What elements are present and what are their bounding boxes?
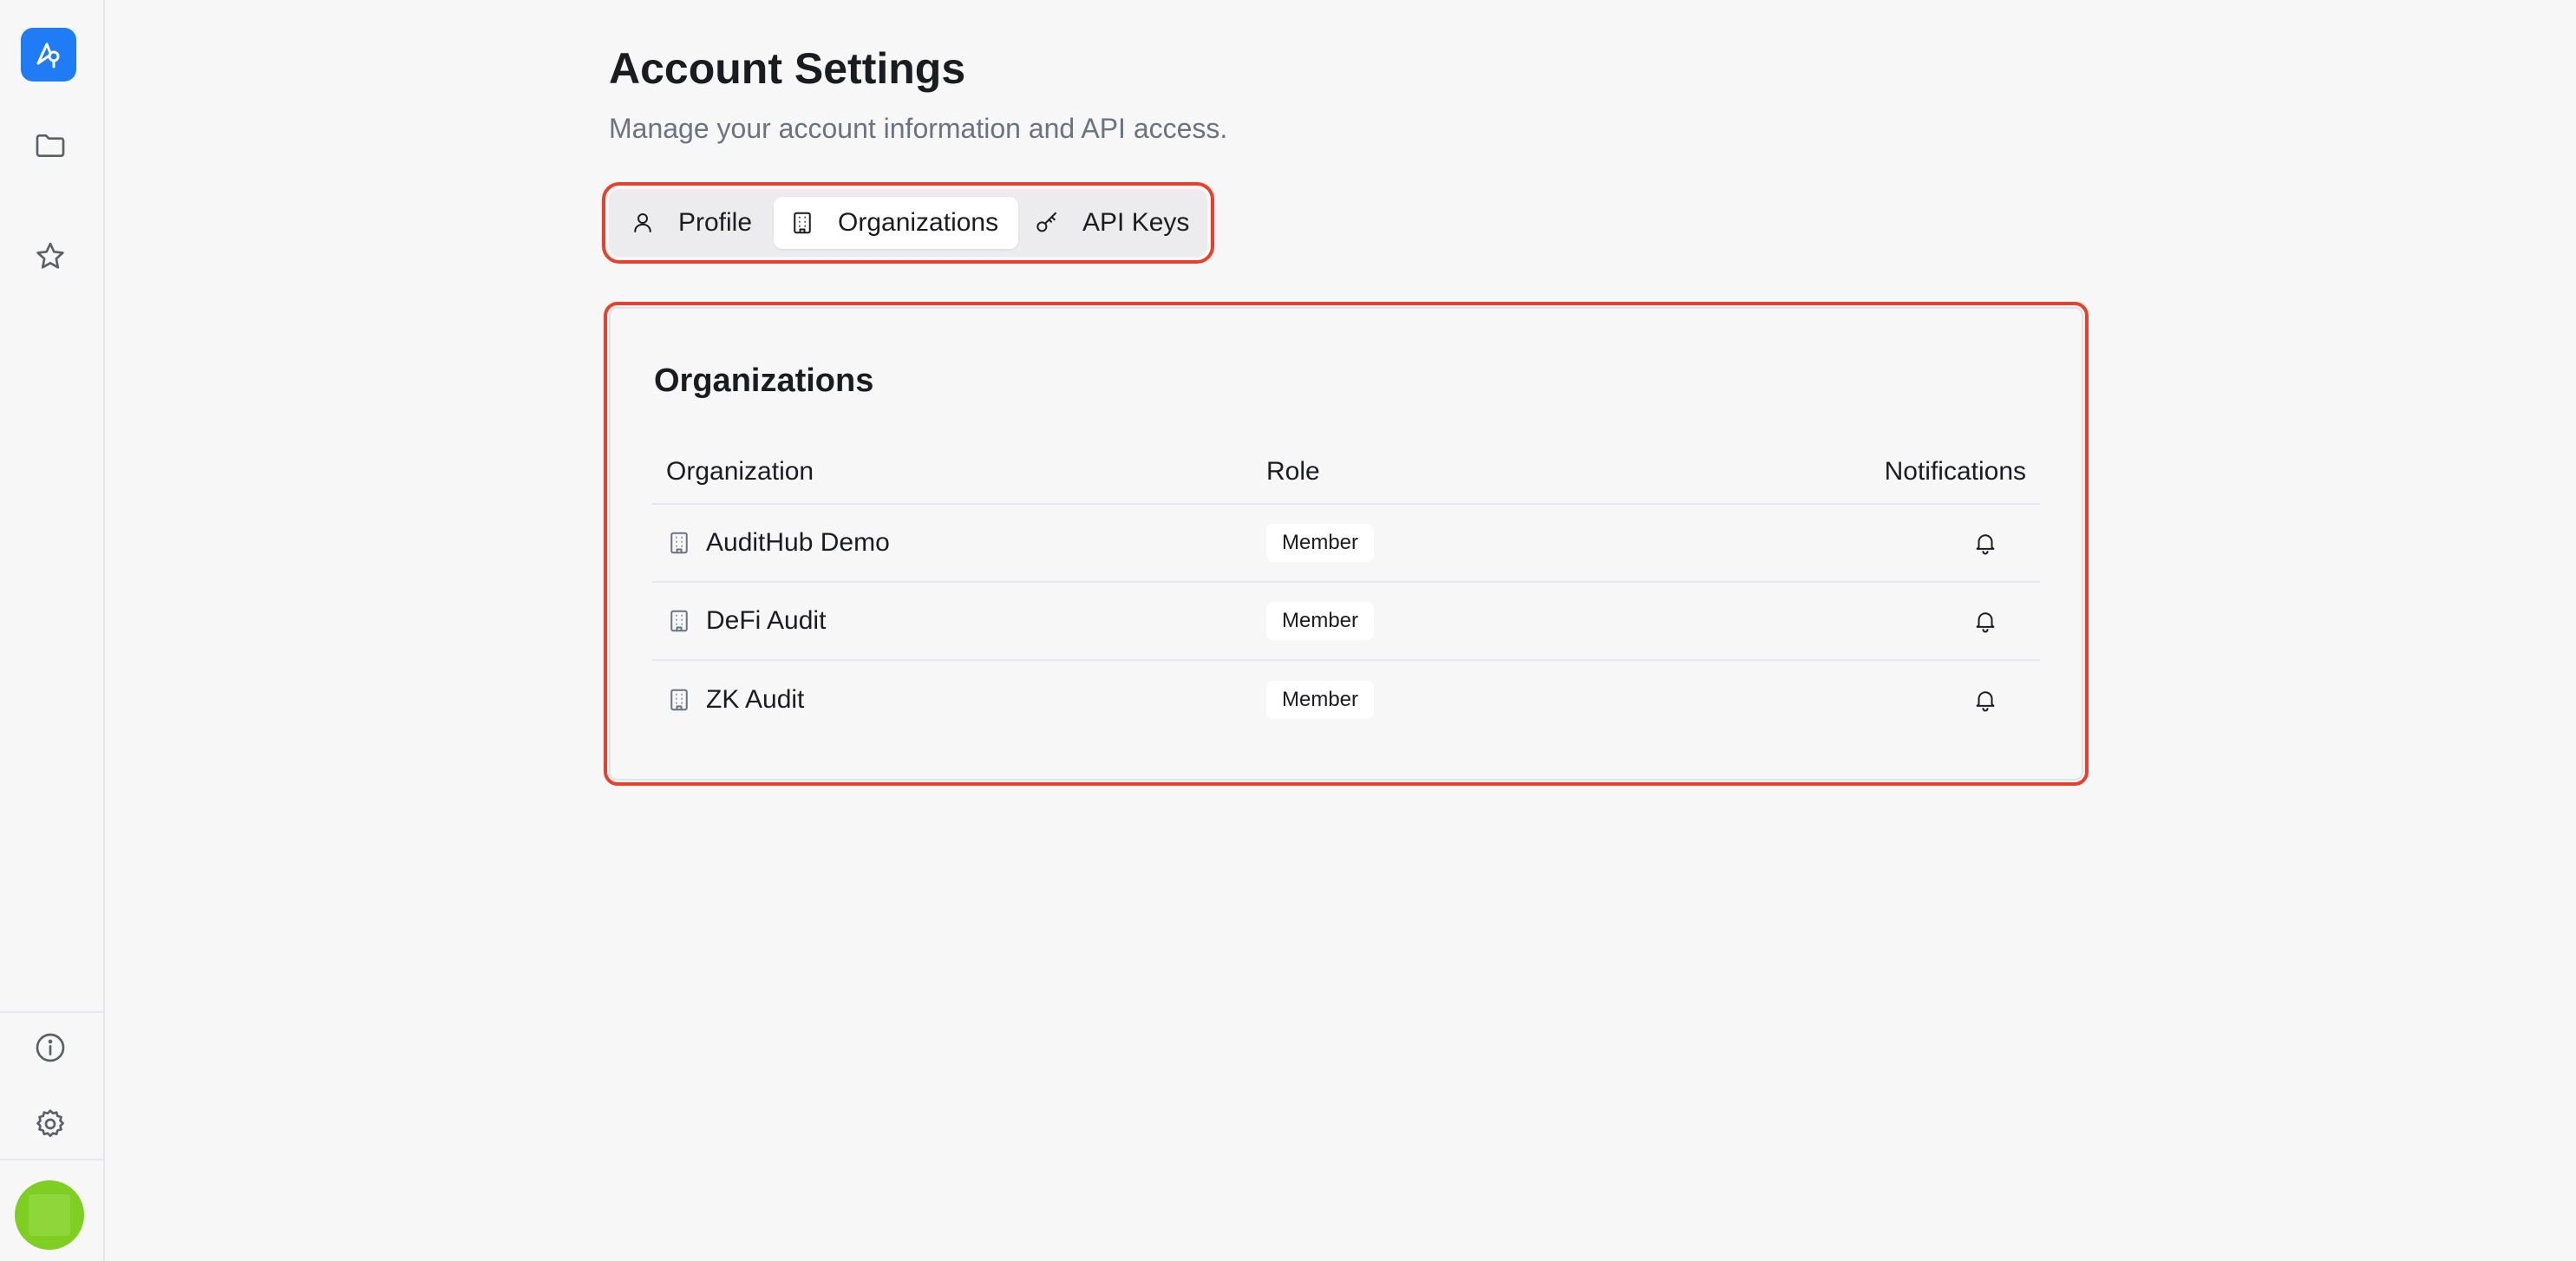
role-cell: Member (1266, 681, 1787, 719)
sidebar (0, 0, 105, 1261)
org-name: DeFi Audit (706, 606, 827, 635)
table-row[interactable]: ZK Audit Member (652, 661, 2040, 739)
gear-icon[interactable] (31, 1105, 69, 1143)
organizations-card: Organizations Organization Role Notifica… (604, 302, 2089, 786)
org-name: AuditHub Demo (706, 528, 890, 557)
logo-icon[interactable] (21, 28, 76, 82)
column-header-organization: Organization (666, 457, 814, 486)
building-icon (670, 532, 688, 554)
avatar[interactable] (15, 1180, 84, 1250)
tab-label: API Keys (1082, 208, 1190, 237)
page-subtitle: Manage your account information and API … (609, 113, 1228, 144)
tab-profile[interactable]: Profile (614, 197, 774, 249)
notifications-cell (1787, 530, 2040, 556)
building-icon (670, 610, 688, 632)
sidebar-divider (0, 1011, 105, 1013)
page-title: Account Settings (609, 44, 966, 93)
bell-icon[interactable] (1972, 608, 1998, 634)
role-cell: Member (1266, 602, 1787, 640)
info-icon[interactable] (31, 1029, 69, 1067)
table-header: Organization Role Notifications (652, 441, 2040, 505)
key-icon (1036, 212, 1056, 232)
building-icon (670, 689, 688, 711)
role-badge: Member (1266, 524, 1375, 562)
sidebar-divider (0, 1159, 105, 1160)
user-icon (634, 213, 651, 232)
bell-icon[interactable] (1972, 687, 1998, 713)
organizations-table: Organization Role Notifications AuditHub… (652, 441, 2040, 739)
table-row[interactable]: AuditHub Demo Member (652, 505, 2040, 583)
org-name: ZK Audit (706, 685, 805, 714)
notifications-cell (1787, 608, 2040, 634)
org-cell: AuditHub Demo (652, 528, 1266, 558)
role-cell: Member (1266, 524, 1787, 562)
table-row[interactable]: DeFi Audit Member (652, 583, 2040, 661)
column-header-notifications: Notifications (1884, 457, 2026, 486)
org-cell: ZK Audit (652, 685, 1266, 715)
bell-icon[interactable] (1972, 530, 1998, 556)
tab-label: Profile (678, 208, 753, 237)
folder-icon[interactable] (31, 127, 69, 165)
building-icon (794, 212, 811, 234)
notifications-cell (1787, 687, 2040, 713)
org-cell: DeFi Audit (652, 606, 1266, 636)
role-badge: Member (1266, 681, 1375, 719)
tab-organizations[interactable]: Organizations (774, 197, 1018, 249)
card-title: Organizations (654, 363, 874, 399)
tab-api-keys[interactable]: API Keys (1018, 197, 1200, 249)
role-badge: Member (1266, 602, 1375, 640)
settings-tabs: Profile Organizations API Keys (602, 182, 1214, 264)
tab-label: Organizations (838, 208, 999, 237)
column-header-role: Role (1266, 457, 1320, 486)
star-icon[interactable] (31, 238, 69, 276)
avatar-image (29, 1194, 70, 1236)
